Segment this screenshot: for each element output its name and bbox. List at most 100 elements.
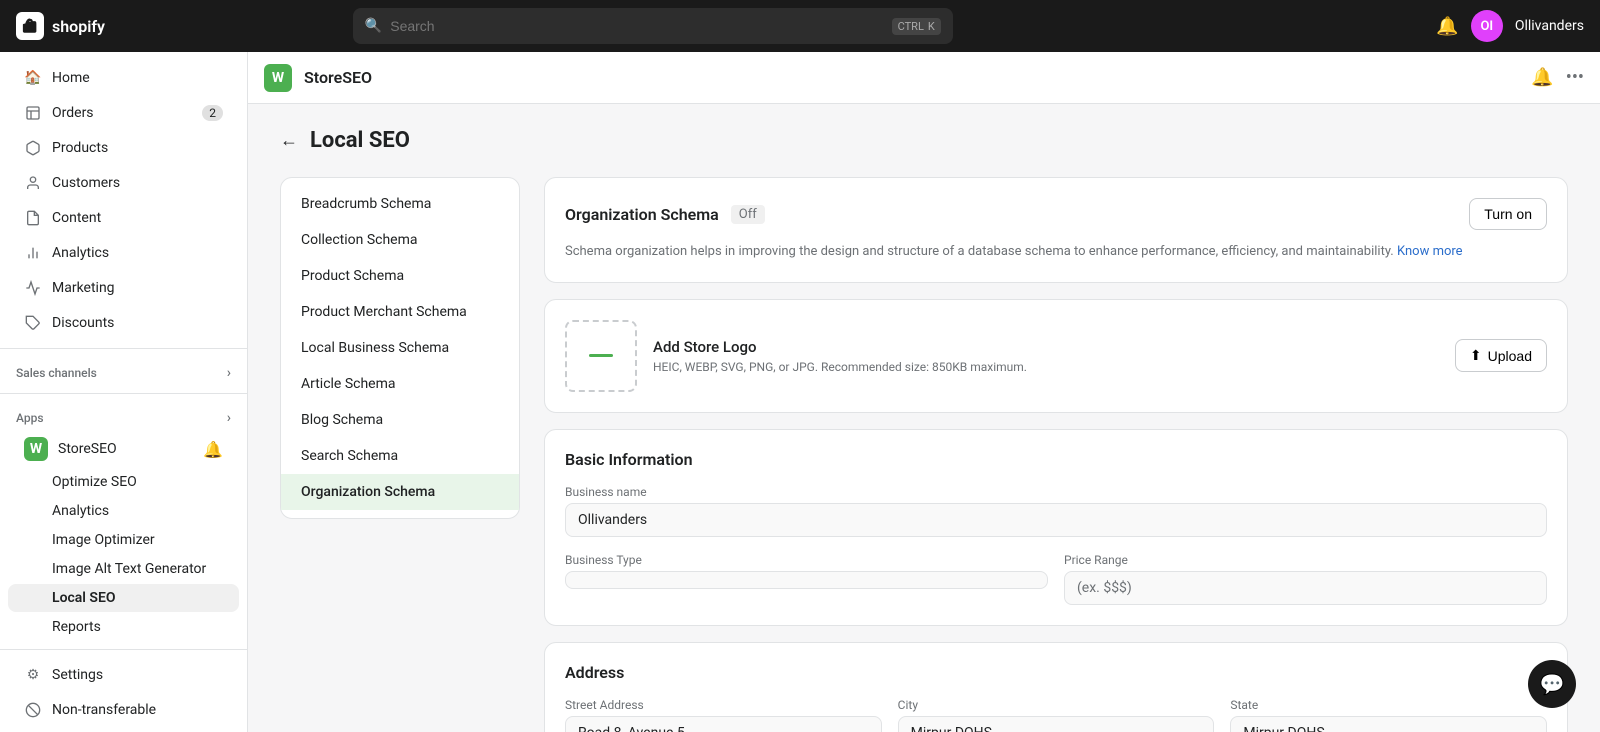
sidebar-sub-analytics[interactable]: Analytics bbox=[8, 497, 239, 525]
sidebar-item-analytics[interactable]: Analytics bbox=[8, 236, 239, 270]
price-range-field: Price Range (ex. $$$) bbox=[1064, 553, 1547, 605]
schema-menu-breadcrumb[interactable]: Breadcrumb Schema bbox=[281, 186, 519, 222]
bell-icon[interactable]: 🔔 bbox=[1436, 16, 1458, 37]
city-input[interactable]: Mirpur DOHS bbox=[898, 716, 1215, 732]
topnav: shopify 🔍 CTRL K 🔔 OI Ollivanders bbox=[0, 0, 1600, 52]
address-title: Address bbox=[565, 663, 1547, 682]
divider-3 bbox=[0, 649, 247, 650]
apps-section[interactable]: Apps › bbox=[0, 402, 247, 430]
business-type-input[interactable] bbox=[565, 571, 1048, 589]
sidebar-label-home: Home bbox=[52, 70, 90, 86]
sidebar-sub-image-optimizer[interactable]: Image Optimizer bbox=[8, 526, 239, 554]
store-seo-icon: W bbox=[24, 437, 48, 461]
city-label: City bbox=[898, 698, 1215, 712]
apps-chevron: › bbox=[227, 410, 231, 426]
reports-label: Reports bbox=[52, 619, 101, 635]
nontransferable-icon bbox=[24, 701, 42, 719]
orders-icon bbox=[24, 104, 42, 122]
shopify-wordmark: shopify bbox=[52, 17, 105, 36]
org-schema-card: Organization Schema Off Turn on Schema o… bbox=[544, 177, 1568, 283]
sidebar-label-marketing: Marketing bbox=[52, 280, 115, 296]
sidebar-item-customers[interactable]: Customers bbox=[8, 166, 239, 200]
upload-button[interactable]: ⬆ Upload bbox=[1455, 339, 1547, 372]
discounts-icon bbox=[24, 314, 42, 332]
logo-upload-inner: Add Store Logo HEIC, WEBP, SVG, PNG, or … bbox=[565, 320, 1547, 392]
home-icon: 🏠 bbox=[24, 69, 42, 87]
image-optimizer-label: Image Optimizer bbox=[52, 532, 155, 548]
analytics-icon bbox=[24, 244, 42, 262]
state-label: State bbox=[1230, 698, 1547, 712]
store-seo-item[interactable]: W StoreSEO 🔔 bbox=[8, 431, 239, 467]
schema-menu-blog[interactable]: Blog Schema bbox=[281, 402, 519, 438]
content-area: ← Local SEO Breadcrumb Schema Collection… bbox=[248, 104, 1600, 732]
sidebar-item-home[interactable]: 🏠 Home bbox=[8, 61, 239, 95]
app-header-title: StoreSEO bbox=[304, 68, 372, 87]
search-shortcut: CTRL K bbox=[892, 18, 941, 35]
logo-placeholder-line bbox=[589, 354, 613, 357]
optimize-seo-label: Optimize SEO bbox=[52, 474, 137, 490]
logo-upload-info: Add Store Logo HEIC, WEBP, SVG, PNG, or … bbox=[653, 338, 1439, 374]
sidebar-item-marketing[interactable]: Marketing bbox=[8, 271, 239, 305]
upload-icon: ⬆ bbox=[1470, 347, 1482, 364]
schema-menu-product[interactable]: Product Schema bbox=[281, 258, 519, 294]
shopify-logo[interactable]: shopify bbox=[16, 12, 105, 40]
turn-on-button[interactable]: Turn on bbox=[1469, 198, 1547, 230]
sidebar-label-customers: Customers bbox=[52, 175, 120, 191]
basic-info-card: Basic Information Business name Ollivand… bbox=[544, 429, 1568, 626]
schema-menu: Breadcrumb Schema Collection Schema Prod… bbox=[280, 177, 520, 519]
sidebar-sub-reports[interactable]: Reports bbox=[8, 613, 239, 641]
address-card: Address Street Address Road 8, Avenue 5,… bbox=[544, 642, 1568, 732]
sales-channels-label: Sales channels bbox=[16, 366, 97, 380]
local-seo-label: Local SEO bbox=[52, 590, 116, 606]
chat-bubble[interactable]: 💬 bbox=[1528, 660, 1576, 708]
store-seo-bell-icon: 🔔 bbox=[203, 440, 223, 459]
app-header-right: 🔔 ••• bbox=[1531, 67, 1584, 88]
business-type-price-row: Business Type Price Range (ex. $$$) bbox=[565, 553, 1547, 605]
sidebar-label-analytics: Analytics bbox=[52, 245, 109, 261]
divider-2 bbox=[0, 393, 247, 394]
logo-upload-hint: HEIC, WEBP, SVG, PNG, or JPG. Recommende… bbox=[653, 360, 1439, 374]
schema-menu-local-business[interactable]: Local Business Schema bbox=[281, 330, 519, 366]
sub-analytics-label: Analytics bbox=[52, 503, 109, 519]
sidebar-label-orders: Orders bbox=[52, 105, 94, 121]
schema-menu-article[interactable]: Article Schema bbox=[281, 366, 519, 402]
image-alt-label: Image Alt Text Generator bbox=[52, 561, 206, 577]
sidebar-label-discounts: Discounts bbox=[52, 315, 114, 331]
business-name-value[interactable]: Ollivanders bbox=[565, 503, 1547, 537]
schema-menu-search[interactable]: Search Schema bbox=[281, 438, 519, 474]
store-seo-label: StoreSEO bbox=[58, 441, 117, 457]
page-title: Local SEO bbox=[310, 128, 410, 153]
price-range-input[interactable]: (ex. $$$) bbox=[1064, 571, 1547, 605]
sidebar-item-settings[interactable]: ⚙ Settings bbox=[8, 658, 239, 692]
app-bell-icon[interactable]: 🔔 bbox=[1531, 67, 1553, 88]
sidebar-item-products[interactable]: Products bbox=[8, 131, 239, 165]
org-schema-title: Organization Schema bbox=[565, 205, 719, 224]
sidebar-item-orders[interactable]: Orders 2 bbox=[8, 96, 239, 130]
sidebar: 🏠 Home Orders 2 Products Customers bbox=[0, 52, 248, 732]
sidebar-sub-image-alt[interactable]: Image Alt Text Generator bbox=[8, 555, 239, 583]
sidebar-label-content: Content bbox=[52, 210, 101, 226]
sidebar-sub-local-seo[interactable]: Local SEO bbox=[8, 584, 239, 612]
logo-upload-title: Add Store Logo bbox=[653, 338, 1439, 356]
schema-menu-product-merchant[interactable]: Product Merchant Schema bbox=[281, 294, 519, 330]
logo-upload-card: Add Store Logo HEIC, WEBP, SVG, PNG, or … bbox=[544, 299, 1568, 413]
customers-icon bbox=[24, 174, 42, 192]
search-input[interactable] bbox=[390, 18, 883, 34]
sales-channels-section[interactable]: Sales channels › bbox=[0, 357, 247, 385]
sidebar-sub-optimize-seo[interactable]: Optimize SEO bbox=[8, 468, 239, 496]
sidebar-item-nontransferable[interactable]: Non-transferable bbox=[8, 693, 239, 727]
back-arrow[interactable]: ← bbox=[280, 130, 298, 151]
app-more-icon[interactable]: ••• bbox=[1566, 67, 1584, 88]
city-field: City Mirpur DOHS bbox=[898, 698, 1215, 732]
marketing-icon bbox=[24, 279, 42, 297]
state-input[interactable]: Mirpur DOHS bbox=[1230, 716, 1547, 732]
sidebar-item-discounts[interactable]: Discounts bbox=[8, 306, 239, 340]
app-outer: W StoreSEO 🔔 ••• ← Local SEO Breadcrumb … bbox=[248, 52, 1600, 732]
schema-menu-collection[interactable]: Collection Schema bbox=[281, 222, 519, 258]
schema-menu-organization[interactable]: Organization Schema bbox=[281, 474, 519, 510]
search-bar[interactable]: 🔍 CTRL K bbox=[353, 8, 953, 44]
street-input[interactable]: Road 8, Avenue 5, bbox=[565, 716, 882, 732]
know-more-link[interactable]: Know more bbox=[1397, 244, 1463, 259]
sidebar-item-content[interactable]: Content bbox=[8, 201, 239, 235]
street-label: Street Address bbox=[565, 698, 882, 712]
